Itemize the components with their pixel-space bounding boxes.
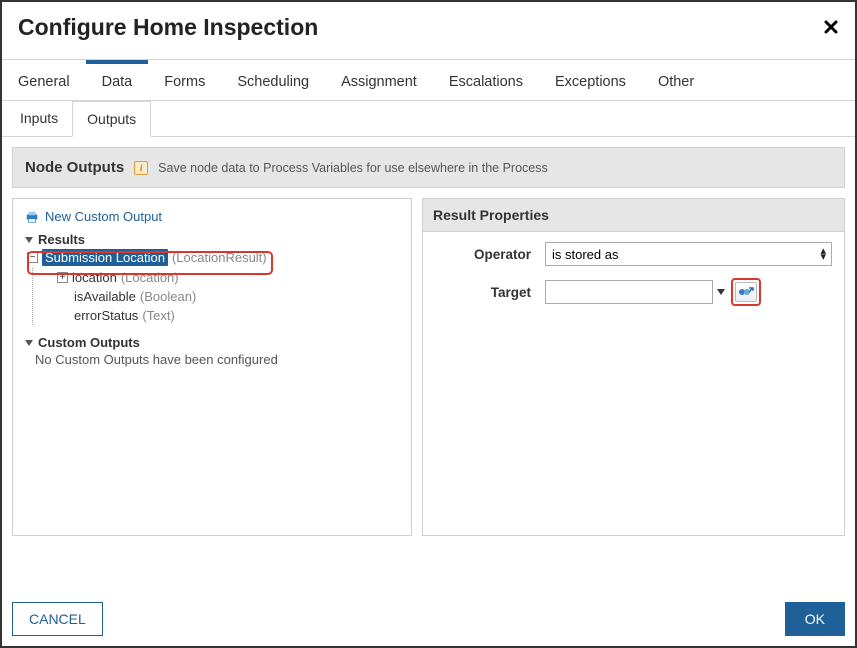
highlight-target-picker	[731, 278, 761, 306]
target-input[interactable]	[545, 280, 713, 304]
tab-escalations[interactable]: Escalations	[433, 60, 539, 100]
dialog-title: Configure Home Inspection	[18, 14, 318, 41]
secondary-tabs: Inputs Outputs	[2, 101, 855, 137]
tree-child-errorstatus[interactable]: errorStatus (Text)	[57, 306, 399, 325]
tab-scheduling[interactable]: Scheduling	[221, 60, 325, 100]
tree-child-name: errorStatus	[74, 308, 138, 323]
operator-row: Operator is stored as ▴▾	[435, 242, 832, 266]
new-custom-output-link[interactable]: New Custom Output	[25, 209, 399, 224]
ok-button[interactable]: OK	[785, 602, 845, 636]
close-icon[interactable]	[823, 16, 839, 40]
info-icon: i	[134, 161, 148, 175]
dialog-header: Configure Home Inspection	[2, 2, 855, 59]
target-controls	[545, 278, 761, 306]
section-title: Node Outputs	[25, 159, 124, 176]
outputs-body: New Custom Output Results − Submission L…	[13, 199, 411, 377]
tab-assignment[interactable]: Assignment	[325, 60, 433, 100]
chevron-down-icon	[25, 340, 33, 346]
properties-title: Result Properties	[423, 199, 844, 232]
expand-icon[interactable]: +	[57, 272, 68, 283]
tree-root-type: (LocationResult)	[172, 250, 267, 265]
outputs-panel: New Custom Output Results − Submission L…	[12, 198, 412, 536]
new-output-label: New Custom Output	[45, 209, 162, 224]
tab-exceptions[interactable]: Exceptions	[539, 60, 642, 100]
tree-root-name: Submission Location	[42, 249, 168, 266]
panels: New Custom Output Results − Submission L…	[12, 198, 845, 536]
properties-panel: Result Properties Operator is stored as …	[422, 198, 845, 536]
tree-child-type: (Boolean)	[140, 289, 196, 304]
content-area: Node Outputs i Save node data to Process…	[2, 137, 855, 546]
tree-child-isavailable[interactable]: isAvailable (Boolean)	[57, 287, 399, 306]
variable-picker-icon	[738, 285, 754, 299]
target-picker-button[interactable]	[735, 282, 757, 302]
primary-tabs: General Data Forms Scheduling Assignment…	[2, 59, 855, 101]
section-bar: Node Outputs i Save node data to Process…	[12, 147, 845, 188]
chevron-down-icon	[25, 237, 33, 243]
tree-child-name: location	[72, 270, 117, 285]
tab-general[interactable]: General	[2, 60, 86, 100]
custom-outputs-empty: No Custom Outputs have been configured	[35, 352, 399, 367]
tab-data[interactable]: Data	[86, 60, 149, 100]
tree-children: + location (Location) isAvailable (Boole…	[32, 268, 399, 325]
properties-body: Operator is stored as ▴▾ Target	[423, 232, 844, 328]
operator-select-wrap[interactable]: is stored as ▴▾	[545, 242, 832, 266]
chevron-down-icon[interactable]	[717, 289, 725, 295]
tab-other[interactable]: Other	[642, 60, 710, 100]
target-label: Target	[435, 285, 545, 300]
tree-child-name: isAvailable	[74, 289, 136, 304]
results-header[interactable]: Results	[25, 232, 399, 247]
tab-inputs[interactable]: Inputs	[6, 101, 72, 136]
tab-forms[interactable]: Forms	[148, 60, 221, 100]
operator-label: Operator	[435, 247, 545, 262]
tree-child-type: (Text)	[142, 308, 175, 323]
custom-outputs-header[interactable]: Custom Outputs	[25, 335, 399, 350]
dialog-footer: CANCEL OK	[2, 592, 855, 646]
operator-select[interactable]: is stored as	[545, 242, 832, 266]
target-row: Target	[435, 278, 832, 306]
dialog: Configure Home Inspection General Data F…	[0, 0, 857, 648]
custom-outputs-label: Custom Outputs	[38, 335, 140, 350]
tree-child-type: (Location)	[121, 270, 179, 285]
section-hint: Save node data to Process Variables for …	[158, 161, 548, 175]
collapse-icon[interactable]: −	[27, 252, 38, 263]
new-output-icon	[25, 210, 39, 224]
cancel-button[interactable]: CANCEL	[12, 602, 103, 636]
tree-child-location[interactable]: + location (Location)	[57, 268, 399, 287]
tree-root-row[interactable]: − Submission Location (LocationResult)	[27, 247, 399, 268]
results-tree: − Submission Location (LocationResult) +…	[27, 247, 399, 325]
results-label: Results	[38, 232, 85, 247]
tab-outputs[interactable]: Outputs	[72, 101, 151, 137]
